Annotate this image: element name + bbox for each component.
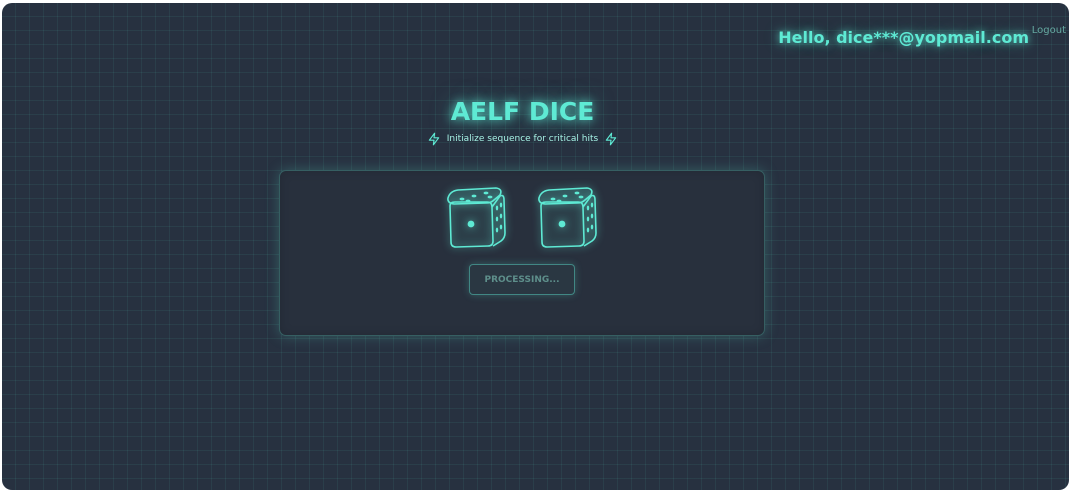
lightning-bolt-icon <box>604 132 618 146</box>
user-greeting: Hello, dice***@yopmail.com <box>778 28 1029 47</box>
subtitle-row: Initialize sequence for critical hits <box>2 132 1043 146</box>
app-window: Hello, dice***@yopmail.com Logout AELF D… <box>2 3 1069 490</box>
lightning-bolt-icon <box>427 132 441 146</box>
roll-button[interactable]: PROCESSING... <box>469 264 575 295</box>
page-title: AELF DICE <box>450 97 595 126</box>
logout-link[interactable]: Logout <box>1032 25 1066 36</box>
subtitle-text: Initialize sequence for critical hits <box>446 134 599 144</box>
dice-icon <box>533 186 603 250</box>
dice-icon <box>442 186 512 250</box>
dice-panel: PROCESSING... <box>279 170 765 336</box>
